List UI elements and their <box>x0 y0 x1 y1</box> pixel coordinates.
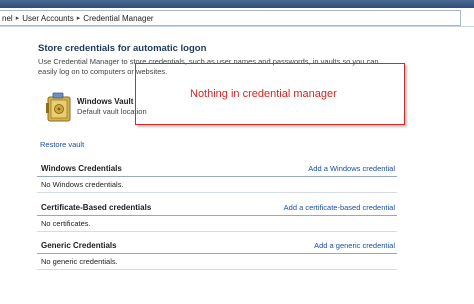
section-title: Windows Credentials <box>41 164 122 173</box>
section-divider <box>37 269 397 270</box>
annotation-callout: Nothing in credential manager <box>135 63 405 125</box>
section-header: Certificate-Based credentials Add a cert… <box>37 201 397 216</box>
add-generic-credential-link[interactable]: Add a generic credential <box>314 241 395 250</box>
restore-vault-link[interactable]: Restore vault <box>40 140 84 149</box>
window-title-bar <box>0 0 474 8</box>
breadcrumb[interactable]: nel ▸ User Accounts ▸ Credential Manager <box>0 10 461 26</box>
section-divider <box>37 192 397 193</box>
vault-icon <box>45 91 75 125</box>
breadcrumb-item-control-panel[interactable]: nel <box>0 14 15 23</box>
section-empty-message: No generic credentials. <box>41 257 118 266</box>
main-content: Store credentials for automatic logon Us… <box>0 27 474 304</box>
windows-credentials-section: Windows Credentials Add a Windows creden… <box>37 162 397 193</box>
section-empty-message: No certificates. <box>41 219 91 228</box>
certificate-credentials-section: Certificate-Based credentials Add a cert… <box>37 201 397 232</box>
add-certificate-credential-link[interactable]: Add a certificate-based credential <box>284 203 395 212</box>
section-title: Generic Credentials <box>41 241 117 250</box>
section-divider <box>37 231 397 232</box>
page-title: Store credentials for automatic logon <box>38 43 207 54</box>
annotation-text: Nothing in credential manager <box>190 88 337 100</box>
breadcrumb-item-credential-manager[interactable]: Credential Manager <box>81 14 155 23</box>
section-header: Windows Credentials Add a Windows creden… <box>37 162 397 177</box>
vault-title[interactable]: Windows Vault <box>77 97 133 106</box>
generic-credentials-section: Generic Credentials Add a generic creden… <box>37 239 397 270</box>
section-empty-message: No Windows credentials. <box>41 180 124 189</box>
add-windows-credential-link[interactable]: Add a Windows credential <box>308 164 395 173</box>
section-title: Certificate-Based credentials <box>41 203 152 212</box>
section-header: Generic Credentials Add a generic creden… <box>37 239 397 254</box>
breadcrumb-item-user-accounts[interactable]: User Accounts <box>20 14 76 23</box>
address-bar: nel ▸ User Accounts ▸ Credential Manager <box>0 8 474 27</box>
